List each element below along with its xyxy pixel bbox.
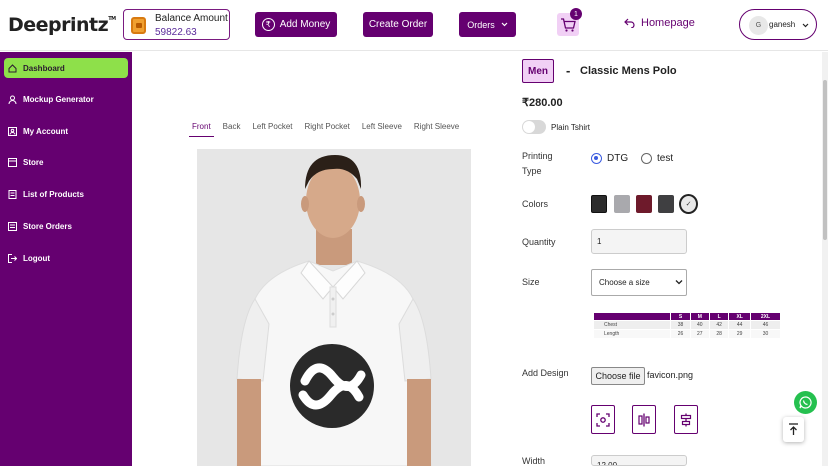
back-arrow-icon xyxy=(624,18,635,28)
avatar: G xyxy=(749,16,768,35)
gender-tag: Men xyxy=(522,59,554,83)
size-header-m: M xyxy=(689,312,710,321)
scroll-to-top-button[interactable] xyxy=(783,417,804,442)
account-icon xyxy=(8,126,17,136)
tab-left-sleeve[interactable]: Left Sleeve xyxy=(359,122,405,137)
fit-design-button[interactable] xyxy=(591,405,615,434)
size-header-xl: XL xyxy=(728,312,751,321)
size-header-l: L xyxy=(708,312,730,321)
title-separator: - xyxy=(566,63,571,78)
size-header-blank xyxy=(592,312,672,321)
size-chart-table: S M L XL 2XL Chest 38 40 42 44 46 Length… xyxy=(592,312,781,339)
tab-front[interactable]: Front xyxy=(189,122,214,137)
orders-dropdown[interactable]: Orders xyxy=(459,12,516,37)
sidebar-item-mockup-generator[interactable]: Mockup Generator xyxy=(4,89,128,109)
chevron-down-icon xyxy=(501,22,508,27)
width-input[interactable]: 12.00 xyxy=(591,455,687,466)
choose-file-button[interactable]: Choose file xyxy=(591,367,645,385)
orders-icon xyxy=(8,221,17,231)
fit-frame-icon xyxy=(596,412,610,427)
product-name: Classic Mens Polo xyxy=(580,65,677,77)
align-center-vertical-button[interactable] xyxy=(674,405,698,434)
color-swatch-white-selected[interactable]: ✓ xyxy=(679,194,698,214)
list-icon xyxy=(8,189,17,199)
balance-label: Balance Amount xyxy=(155,13,228,24)
printing-dtg-radio[interactable] xyxy=(591,153,602,164)
homepage-link[interactable]: Homepage xyxy=(624,17,695,29)
chevron-down-icon xyxy=(802,23,809,28)
size-select[interactable]: Choose a size xyxy=(591,269,687,296)
width-label: Width xyxy=(522,456,546,466)
printing-type-label: Printing Type xyxy=(522,151,553,176)
size-label: Size xyxy=(522,277,540,287)
view-tabs: Front Back Left Pocket Right Pocket Left… xyxy=(189,122,468,137)
tab-right-pocket[interactable]: Right Pocket xyxy=(302,122,353,137)
sidebar: Dashboard Mockup Generator My Account St… xyxy=(0,52,132,466)
colors-label: Colors xyxy=(522,199,549,209)
sidebar-item-store[interactable]: Store xyxy=(4,152,128,172)
tab-left-pocket[interactable]: Left Pocket xyxy=(249,122,295,137)
check-icon: ✓ xyxy=(685,201,692,208)
sidebar-item-list-of-products[interactable]: List of Products xyxy=(4,184,128,204)
create-order-button[interactable]: Create Order xyxy=(363,12,433,37)
product-mockup-image xyxy=(197,149,471,466)
home-icon xyxy=(8,63,17,73)
table-row: Length 26 27 28 29 30 xyxy=(592,329,781,339)
align-center-horizontal-button[interactable] xyxy=(632,405,656,434)
color-swatch-black[interactable] xyxy=(591,195,607,213)
quantity-input[interactable]: 1 xyxy=(591,229,687,254)
size-header-s: S xyxy=(670,312,691,321)
plain-tshirt-toggle[interactable] xyxy=(522,120,546,134)
size-header-2xl: 2XL xyxy=(750,312,781,321)
scrollbar-thumb[interactable] xyxy=(823,80,827,240)
printing-test-radio[interactable] xyxy=(641,153,652,164)
tab-right-sleeve[interactable]: Right Sleeve xyxy=(411,122,462,137)
add-money-button[interactable]: ₹ Add Money xyxy=(255,12,337,37)
sidebar-item-dashboard[interactable]: Dashboard xyxy=(4,58,128,78)
balance-card: Balance Amount 59822.63 xyxy=(123,9,230,40)
color-swatch-charcoal[interactable] xyxy=(658,195,674,213)
product-price: ₹280.00 xyxy=(522,97,563,109)
color-swatch-maroon[interactable] xyxy=(636,195,652,213)
chevron-down-icon xyxy=(675,280,683,285)
logout-icon xyxy=(8,253,17,263)
balance-value: 59822.63 xyxy=(155,27,197,38)
cart-count-badge: 1 xyxy=(570,8,582,20)
table-row: Chest 38 40 42 44 46 xyxy=(592,320,781,330)
selected-file-name: favicon.png xyxy=(647,370,694,380)
sidebar-item-my-account[interactable]: My Account xyxy=(4,121,128,141)
wallet-icon xyxy=(131,17,146,34)
user-icon xyxy=(8,95,17,104)
model-in-polo-illustration xyxy=(236,155,432,466)
store-icon xyxy=(8,157,17,167)
user-name: ganesh xyxy=(769,20,796,29)
whatsapp-button[interactable] xyxy=(794,391,817,414)
color-swatch-grey[interactable] xyxy=(614,195,630,213)
tab-back[interactable]: Back xyxy=(220,122,244,137)
logo[interactable]: DeeprintzTM xyxy=(8,14,116,36)
quantity-label: Quantity xyxy=(522,237,556,247)
sidebar-item-logout[interactable]: Logout xyxy=(4,248,128,268)
printing-dtg-label: DTG xyxy=(607,153,629,164)
whatsapp-icon xyxy=(799,396,812,409)
align-vertical-center-icon xyxy=(680,413,692,426)
align-horizontal-center-icon xyxy=(638,413,650,426)
sidebar-item-store-orders[interactable]: Store Orders xyxy=(4,216,128,236)
arrow-up-icon xyxy=(789,423,798,435)
add-design-label: Add Design xyxy=(522,368,569,378)
plain-tshirt-label: Plain Tshirt xyxy=(551,123,590,132)
user-menu[interactable]: G ganesh xyxy=(739,9,817,40)
printing-test-label: test xyxy=(657,153,674,164)
top-header: DeeprintzTM Balance Amount 59822.63 ₹ Ad… xyxy=(0,0,828,51)
rupee-icon: ₹ xyxy=(261,18,275,31)
